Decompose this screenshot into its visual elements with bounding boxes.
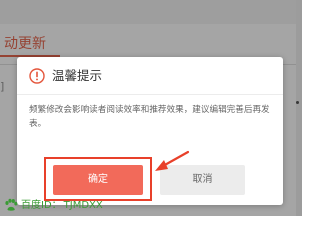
warning-circle-icon [29, 68, 45, 84]
dialog-divider [17, 94, 283, 95]
watermark-text: 百度ID： TJMDXX [21, 199, 103, 212]
watermark-user-id: TJMDXX [63, 200, 103, 211]
confirm-dialog: 温馨提示 频繁修改会影响读者阅读效率和推荐效果，建议编辑完善后再发表。 确定 取… [17, 57, 283, 205]
watermark-site: 百度ID： [21, 200, 62, 211]
baidu-watermark: 百度ID： TJMDXX [2, 197, 112, 215]
dialog-message: 频繁修改会影响读者阅读效率和推荐效果，建议编辑完善后再发表。 [29, 105, 270, 129]
dialog-header: 温馨提示 [17, 57, 283, 95]
cancel-button[interactable]: 取消 [160, 165, 245, 195]
baidu-paw-icon [5, 198, 18, 211]
confirm-button[interactable]: 确定 [53, 165, 143, 195]
dialog-title: 温馨提示 [52, 68, 103, 83]
